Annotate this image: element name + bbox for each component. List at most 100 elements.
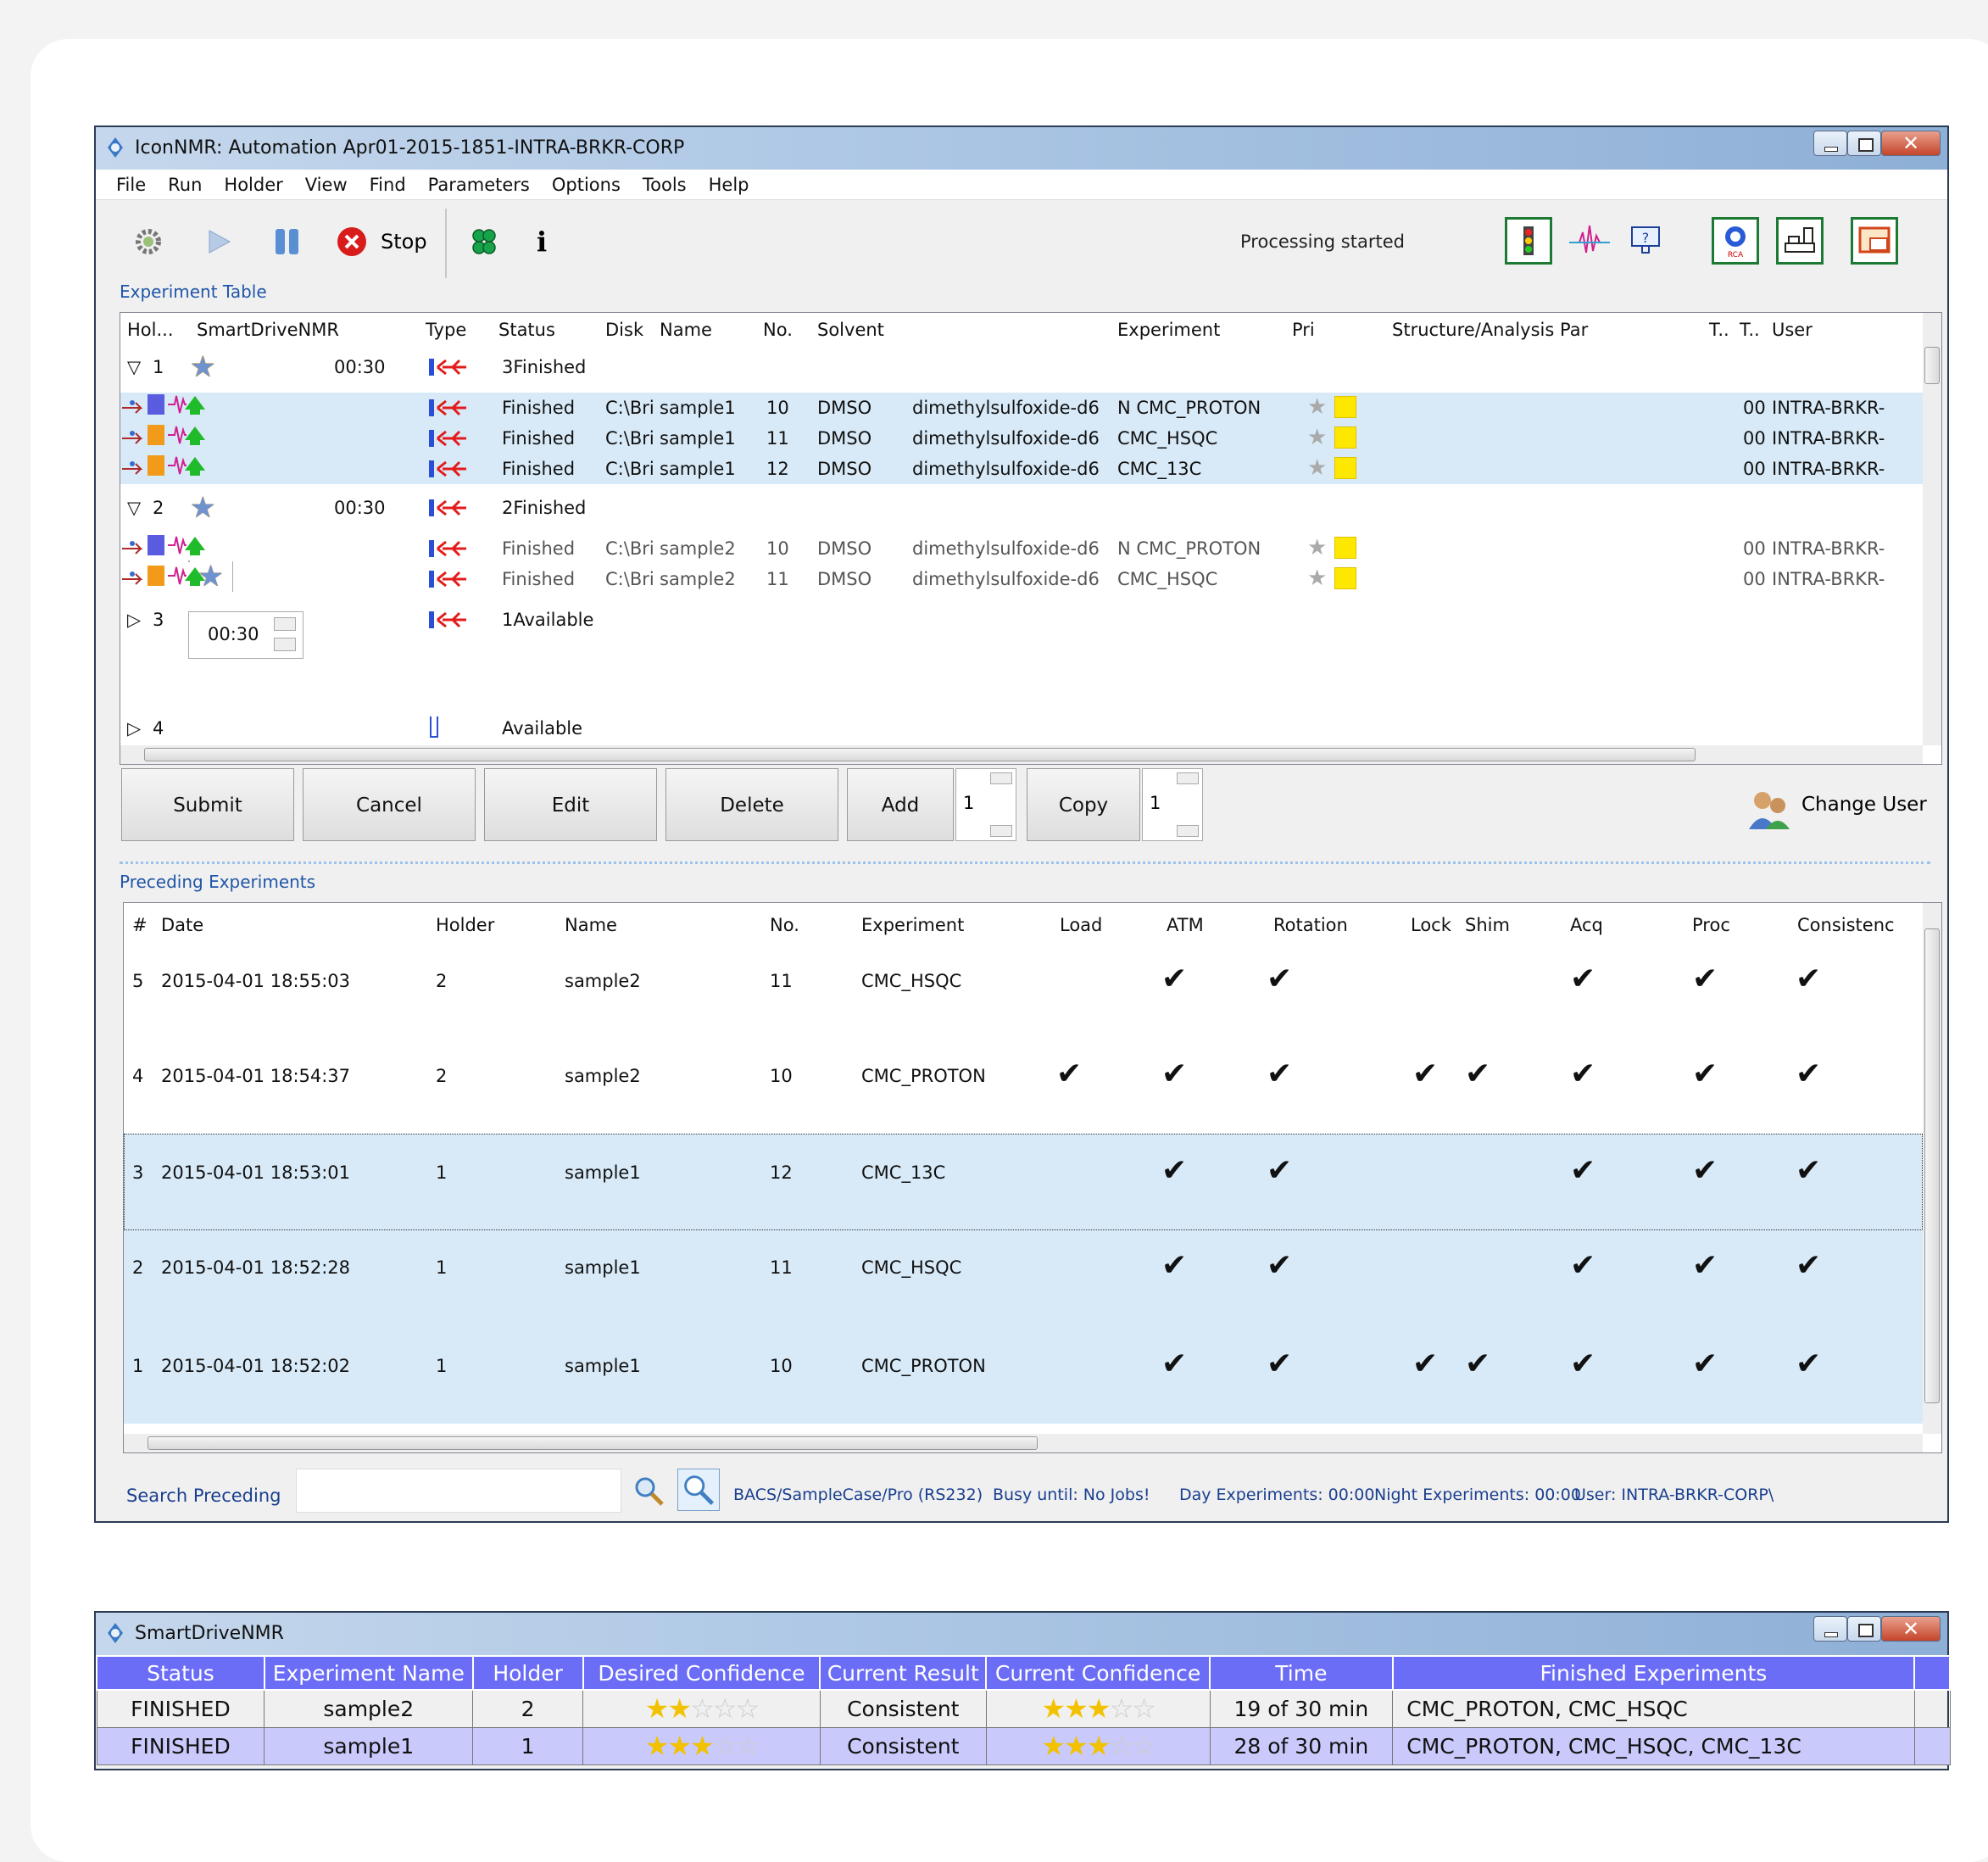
lab-bench-icon[interactable] [1776,217,1824,265]
col-atm[interactable]: ATM [1167,908,1204,942]
structure-arrow-icon[interactable] [120,569,146,588]
col-name[interactable]: Name [660,313,712,347]
smartdrive-title-bar[interactable]: SmartDriveNMR ✕ [96,1613,1947,1655]
parameter-icons[interactable] [146,533,207,557]
structure-arrow-icon[interactable] [120,538,146,557]
clover-icon[interactable] [467,220,501,263]
copy-count-value[interactable]: 1 [1150,793,1161,813]
maximize-button[interactable] [1847,131,1881,156]
add-count-value[interactable]: 1 [963,793,974,813]
search-preceding-input[interactable] [296,1469,621,1513]
col-date[interactable]: Date [161,908,203,942]
stop-label[interactable]: Stop [381,220,427,263]
priority-circle-icon[interactable] [1334,537,1356,559]
search-icon[interactable] [632,1474,665,1508]
col-rotation[interactable]: Rotation [1273,908,1348,942]
expand-triangle-icon[interactable]: ▷ [127,718,141,739]
col-t1[interactable]: T.. [1709,313,1729,347]
add-count-spinner[interactable]: 1 [955,768,1016,841]
title-bar[interactable]: IconNMR: Automation Apr01-2015-1851-INTR… [96,127,1947,170]
splitter[interactable] [120,861,1930,867]
spin-down-icon[interactable] [1177,825,1199,837]
col-finished-experiments[interactable]: Finished Experiments [1391,1655,1916,1691]
traffic-light-icon[interactable] [1505,217,1552,265]
robot-icon[interactable]: RCA [1712,217,1759,265]
col-experiment[interactable]: Experiment [1117,313,1220,347]
priority-star-icon[interactable]: ★ [1307,535,1327,560]
priority-circle-icon[interactable] [1334,457,1356,479]
col-experiment[interactable]: Experiment [861,908,964,942]
col-consistency[interactable]: Consistenc [1797,908,1895,942]
preceding-row[interactable]: 2 2015-04-01 18:52:28 1 sample1 11 CMC_HSQC ✔ ✔… [124,1225,1941,1310]
col-index[interactable]: # [132,908,148,942]
minimize-button[interactable] [1813,1616,1847,1642]
preceding-horizontal-scrollbar[interactable] [124,1434,1923,1452]
report-window-icon[interactable] [1851,217,1898,265]
delete-button[interactable]: Delete [665,768,838,841]
spin-down-icon[interactable] [274,638,296,651]
col-t2[interactable]: T.. [1740,313,1760,347]
copy-button[interactable]: Copy [1027,768,1140,841]
close-button[interactable]: ✕ [1881,1616,1941,1642]
menu-view[interactable]: View [305,170,348,199]
priority-circle-icon[interactable] [1334,396,1356,418]
menu-file[interactable]: File [116,170,146,199]
experiment-row[interactable]: Finished C:\Bri sample2 10 DMSO dimethylsulfo… [120,533,1941,564]
col-desired-confidence[interactable]: Desired Confidence [582,1655,821,1691]
expand-triangle-icon[interactable]: ▷ [127,610,141,630]
holder-row[interactable]: ▽ 2 ★ ★ ★ ★ ★ 00:30 2Finished [120,493,1941,527]
col-holder[interactable]: Holder [471,1655,584,1691]
menu-help[interactable]: Help [709,170,749,199]
structure-arrow-icon[interactable] [120,428,146,447]
preceding-row[interactable]: 1 2015-04-01 18:52:02 1 sample1 10 CMC_PROTON… [124,1324,1941,1408]
spin-up-icon[interactable] [274,617,296,631]
col-status[interactable]: Status [96,1655,265,1691]
col-current-result[interactable]: Current Result [819,1655,988,1691]
menu-run[interactable]: Run [168,170,202,199]
collapse-triangle-icon[interactable]: ▽ [127,498,141,518]
close-button[interactable]: ✕ [1881,131,1941,156]
holder-row[interactable]: ▽ 1 ★ ★ ★ ★ ★ 00:30 3Finished [120,352,1941,386]
spin-down-icon[interactable] [990,825,1012,837]
col-priority[interactable]: Pri [1292,313,1315,347]
preceding-row[interactable]: 3 2015-04-01 18:53:01 1 sample1 12 CMC_13C ✔ ✔ ✔… [124,1130,1941,1215]
menu-find[interactable]: Find [370,170,406,199]
experiment-horizontal-scrollbar[interactable] [120,745,1923,764]
col-type[interactable]: Type [426,313,466,347]
parameter-icons[interactable] [146,393,207,416]
col-proc[interactable]: Proc [1692,908,1730,942]
priority-star-icon[interactable]: ★ [1307,566,1327,591]
pause-icon[interactable] [270,220,304,263]
run-play-icon[interactable] [204,220,235,263]
spin-up-icon[interactable] [1177,772,1199,784]
col-shim[interactable]: Shim [1465,908,1510,942]
col-experiment-name[interactable]: Experiment Name [263,1655,474,1691]
priority-star-icon[interactable]: ★ [1307,425,1327,450]
users-icon[interactable] [1744,787,1795,831]
col-smartdrive[interactable]: SmartDriveNMR [197,313,339,347]
add-button[interactable]: Add [847,768,954,841]
col-solvent[interactable]: Solvent [817,313,884,347]
col-par[interactable]: Par [1560,313,1588,347]
monitor-question-icon[interactable]: ? [1622,217,1669,265]
col-acq[interactable]: Acq [1570,908,1603,942]
structure-arrow-icon[interactable] [120,459,146,477]
col-no[interactable]: No. [763,313,793,347]
time-spinner[interactable]: 00:30 [188,611,303,659]
col-disk[interactable]: Disk [605,313,643,347]
col-current-confidence[interactable]: Current Confidence [985,1655,1211,1691]
parameter-icons[interactable] [146,454,207,477]
stop-icon[interactable] [335,220,369,263]
preceding-row[interactable]: 5 2015-04-01 18:55:03 2 sample2 11 CMC_HSQC ✔ ✔… [124,939,1941,1023]
parameter-icons[interactable] [146,564,207,588]
minimize-button[interactable] [1813,131,1847,156]
experiment-row[interactable]: Finished C:\Bri sample1 11 DMSO dimethylsulfo… [120,423,1941,454]
cancel-button[interactable]: Cancel [303,768,476,841]
change-user-button[interactable]: Change User [1801,794,1927,816]
col-load[interactable]: Load [1060,908,1102,942]
smartdrive-row[interactable]: FINISHED sample2 2 ★★☆☆☆ Consistent ★★★☆… [96,1689,1951,1728]
menu-holder[interactable]: Holder [224,170,282,199]
col-no[interactable]: No. [770,908,799,942]
col-structure[interactable]: Structure/Analysis [1392,313,1554,347]
menu-options[interactable]: Options [552,170,621,199]
